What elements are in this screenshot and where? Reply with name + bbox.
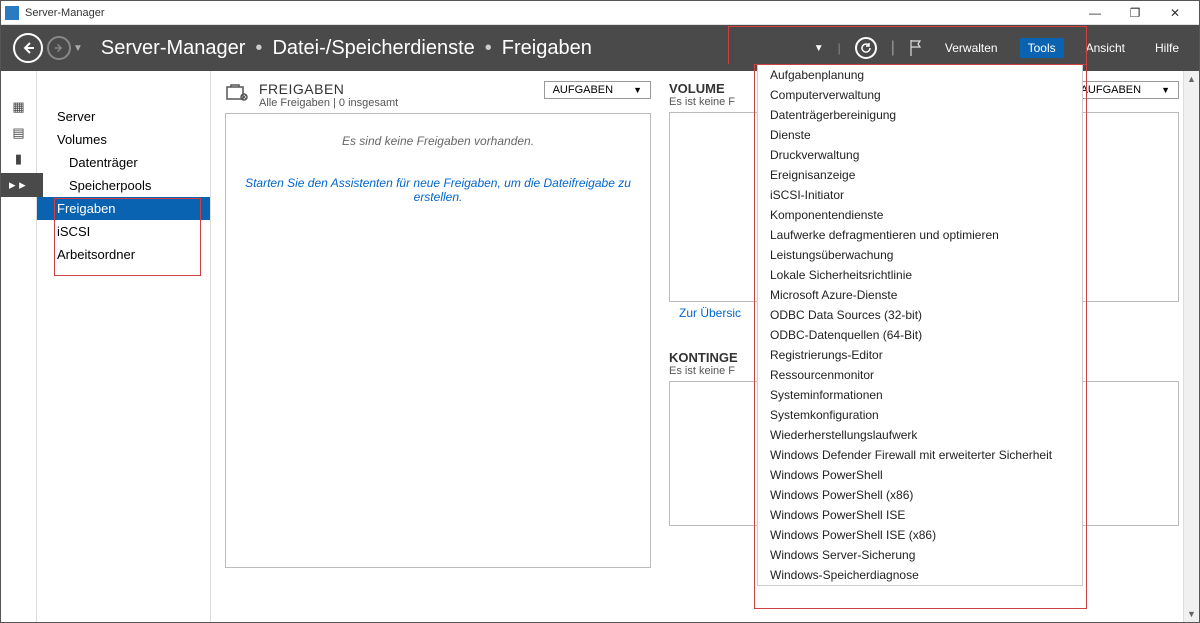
tools-menu-item[interactable]: Windows Server-Sicherung xyxy=(758,545,1082,565)
app-icon xyxy=(5,6,19,20)
volume-overview-link[interactable]: Zur Übersic xyxy=(669,302,751,324)
nav-server[interactable]: Server xyxy=(37,105,210,128)
nav-datentraeger[interactable]: Datenträger xyxy=(37,151,210,174)
pipe-separator: | xyxy=(838,41,841,55)
nav-iscsi[interactable]: iSCSI xyxy=(37,220,210,243)
tasks-label: AUFGABEN xyxy=(553,84,614,96)
volume-subtitle: Es ist keine F xyxy=(669,96,762,108)
menu-tools[interactable]: Tools xyxy=(1020,38,1064,58)
tools-menu-item[interactable]: Laufwerke defragmentieren und optimieren xyxy=(758,225,1082,245)
tools-menu-item[interactable]: Komponentendienste xyxy=(758,205,1082,225)
volume-title: VOLUME xyxy=(669,81,762,96)
notifications-flag-icon[interactable] xyxy=(909,39,923,57)
dropdown-icon: ▼ xyxy=(1161,85,1170,95)
shares-icon xyxy=(225,83,249,103)
menu-ansicht[interactable]: Ansicht xyxy=(1078,38,1133,58)
tools-menu-item[interactable]: Druckverwaltung xyxy=(758,145,1082,165)
back-button[interactable] xyxy=(13,33,43,63)
sidebar-icon-servers[interactable]: ▤ xyxy=(1,121,36,145)
shares-panel: Es sind keine Freigaben vorhanden. Start… xyxy=(225,113,651,568)
scroll-down-icon[interactable]: ▼ xyxy=(1184,606,1199,622)
tools-menu-item[interactable]: Datenträgerbereinigung xyxy=(758,105,1082,125)
maximize-button[interactable]: ❐ xyxy=(1115,2,1155,24)
tools-menu-item[interactable]: Aufgabenplanung xyxy=(758,65,1082,85)
menu-verwalten[interactable]: Verwalten xyxy=(937,38,1006,58)
close-button[interactable]: ✕ xyxy=(1155,2,1195,24)
tools-menu-item[interactable]: Wiederherstellungslaufwerk xyxy=(758,425,1082,445)
icon-sidebar: ▦ ▤ ▮ ▸ ▸ xyxy=(1,71,37,622)
header-dropdown-icon[interactable]: ▼ xyxy=(814,43,824,54)
tools-dropdown-menu: AufgabenplanungComputerverwaltungDatentr… xyxy=(757,64,1083,586)
tools-menu-item[interactable]: Windows Defender Firewall mit erweiterte… xyxy=(758,445,1082,465)
menu-hilfe[interactable]: Hilfe xyxy=(1147,38,1187,58)
nav-freigaben[interactable]: Freigaben xyxy=(37,197,210,220)
tools-menu-item[interactable]: Registrierungs-Editor xyxy=(758,345,1082,365)
shares-subtitle: Alle Freigaben | 0 insgesamt xyxy=(259,97,398,109)
tools-menu-item[interactable]: Systeminformationen xyxy=(758,385,1082,405)
pipe-separator: | xyxy=(891,39,895,57)
nav-history-dropdown[interactable]: ▼ xyxy=(73,43,83,54)
tools-menu-item[interactable]: iSCSI-Initiator xyxy=(758,185,1082,205)
tools-menu-item[interactable]: Windows PowerShell ISE xyxy=(758,505,1082,525)
window-title: Server-Manager xyxy=(25,7,1075,19)
breadcrumb-sep-icon: • xyxy=(485,37,492,60)
breadcrumb-section[interactable]: Datei-/Speicherdienste xyxy=(272,37,474,60)
tools-menu-item[interactable]: Lokale Sicherheitsrichtlinie xyxy=(758,265,1082,285)
dropdown-icon: ▼ xyxy=(633,85,642,95)
tools-menu-item[interactable]: ODBC-Datenquellen (64-Bit) xyxy=(758,325,1082,345)
minimize-button[interactable]: — xyxy=(1075,2,1115,24)
sidebar-icon-all[interactable]: ▮ xyxy=(1,147,36,171)
sidebar-icon-dashboard[interactable]: ▦ xyxy=(1,95,36,119)
shares-title: FREIGABEN xyxy=(259,81,398,97)
tools-menu-item[interactable]: ODBC Data Sources (32-bit) xyxy=(758,305,1082,325)
tools-menu-item[interactable]: Systemkonfiguration xyxy=(758,405,1082,425)
breadcrumb: Server-Manager • Datei-/Speicherdienste … xyxy=(101,37,592,60)
tools-menu-item[interactable]: Windows PowerShell ISE (x86) xyxy=(758,525,1082,545)
tasks-label: AUFGABEN xyxy=(1081,84,1142,96)
titlebar: Server-Manager — ❐ ✕ xyxy=(1,1,1199,25)
tools-menu-item[interactable]: Windows PowerShell (x86) xyxy=(758,485,1082,505)
tools-menu-item[interactable]: Dienste xyxy=(758,125,1082,145)
tools-menu-item[interactable]: Ereignisanzeige xyxy=(758,165,1082,185)
breadcrumb-page[interactable]: Freigaben xyxy=(502,37,592,60)
nav-volumes[interactable]: Volumes xyxy=(37,128,210,151)
forward-button[interactable] xyxy=(47,36,71,60)
tools-menu-item[interactable]: Ressourcenmonitor xyxy=(758,365,1082,385)
new-share-wizard-link[interactable]: Starten Sie den Assistenten für neue Fre… xyxy=(240,176,636,204)
scroll-up-icon[interactable]: ▲ xyxy=(1184,71,1199,87)
tools-menu-item[interactable]: Microsoft Azure-Dienste xyxy=(758,285,1082,305)
shares-empty-text: Es sind keine Freigaben vorhanden. xyxy=(240,134,636,148)
tools-menu-item[interactable]: Windows PowerShell xyxy=(758,465,1082,485)
tools-menu-item[interactable]: Windows-Speicherdiagnose xyxy=(758,565,1082,585)
tools-menu-item[interactable]: Computerverwaltung xyxy=(758,85,1082,105)
refresh-icon[interactable] xyxy=(855,37,877,59)
shares-tasks-button[interactable]: AUFGABEN ▼ xyxy=(544,81,651,99)
nav-pane: Server Volumes Datenträger Speicherpools… xyxy=(37,71,211,622)
breadcrumb-sep-icon: • xyxy=(255,37,262,60)
nav-speicherpools[interactable]: Speicherpools xyxy=(37,174,210,197)
tools-menu-item[interactable]: Leistungsüberwachung xyxy=(758,245,1082,265)
volume-tasks-button[interactable]: AUFGABEN ▼ xyxy=(1072,81,1179,99)
breadcrumb-root[interactable]: Server-Manager xyxy=(101,37,246,60)
nav-arbeitsordner[interactable]: Arbeitsordner xyxy=(37,243,210,266)
scrollbar[interactable]: ▲ ▼ xyxy=(1183,71,1199,622)
